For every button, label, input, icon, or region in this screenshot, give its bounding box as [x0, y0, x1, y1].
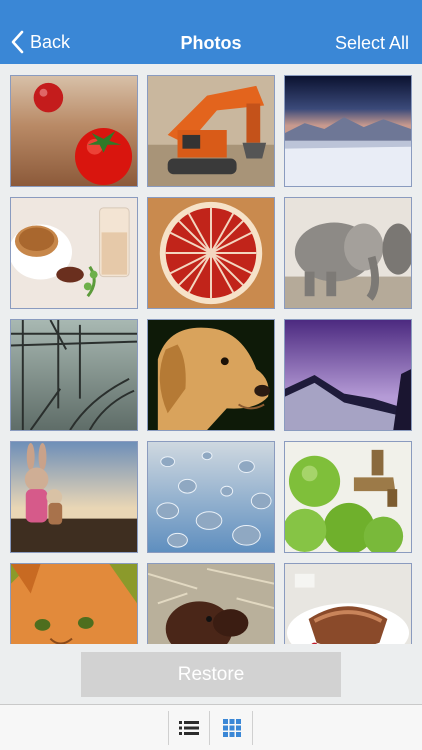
- grapefruit-photo[interactable]: [147, 197, 275, 309]
- water-drops-photo[interactable]: [147, 441, 275, 553]
- tab-grid-view[interactable]: [211, 711, 253, 745]
- excavator-photo[interactable]: [147, 75, 275, 187]
- calf-photo[interactable]: [147, 563, 275, 644]
- tomato-photo[interactable]: [10, 75, 138, 187]
- elephants-photo[interactable]: [284, 197, 412, 309]
- purple-mountain-photo[interactable]: [284, 319, 412, 431]
- restore-area: Restore: [0, 644, 422, 704]
- green-apples-photo[interactable]: [284, 441, 412, 553]
- tab-list-view[interactable]: [168, 711, 210, 745]
- view-mode-tabbar: [0, 704, 422, 750]
- dog-photo[interactable]: [147, 319, 275, 431]
- bunny-toys-photo[interactable]: [10, 441, 138, 553]
- select-all-button[interactable]: Select All: [335, 33, 409, 54]
- grid-icon: [222, 719, 241, 737]
- list-icon: [179, 721, 199, 735]
- coffee-photo[interactable]: [10, 197, 138, 309]
- restore-button[interactable]: Restore: [81, 652, 341, 697]
- railway-photo[interactable]: [10, 319, 138, 431]
- navigation-bar: Back Photos Select All: [0, 0, 422, 64]
- cat-photo[interactable]: [10, 563, 138, 644]
- snow-mountains-photo[interactable]: [284, 75, 412, 187]
- cake-photo[interactable]: [284, 563, 412, 644]
- photo-grid: [10, 75, 412, 644]
